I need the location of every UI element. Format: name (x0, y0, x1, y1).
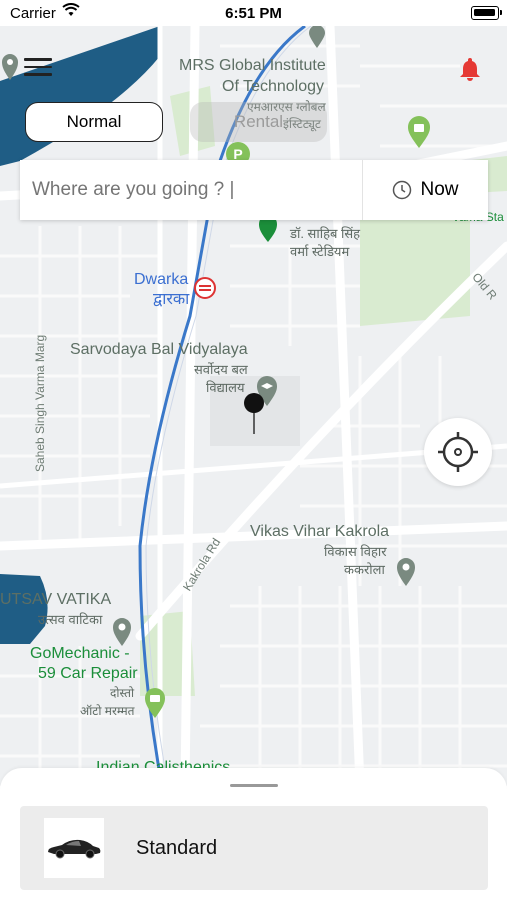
ride-option-label: Standard (136, 836, 218, 859)
map-label: 59 Car Repair (38, 665, 138, 682)
map-label: द्वारका (153, 291, 190, 308)
map-label: Sarvodaya Bal Vidyalaya (70, 341, 248, 358)
map-label: उत्सव वाटिका (38, 612, 103, 627)
map-label: डॉ. साहिब सिंह (290, 226, 361, 241)
metro-station-icon (194, 277, 216, 299)
clock-time: 6:51 PM (225, 5, 282, 22)
rental-mode-button[interactable]: Rental (190, 102, 327, 142)
schedule-now-button[interactable]: Now (362, 160, 488, 220)
schedule-now-label: Now (420, 179, 459, 200)
map-label: ककरोला (344, 562, 385, 577)
status-bar: Carrier 6:51 PM (0, 0, 507, 26)
sheet-drag-handle[interactable] (230, 784, 278, 787)
map-label: सर्वोदय बल (194, 362, 248, 377)
map-label: दोस्तो (110, 686, 135, 700)
map-pin-icon (2, 54, 18, 80)
ride-option-standard[interactable]: Standard (20, 806, 488, 890)
destination-search-input[interactable] (20, 160, 362, 220)
map-label: UTSAV VATIKA (0, 591, 112, 608)
current-location-button[interactable] (424, 418, 492, 486)
map-label: वर्मा स्टेडियम (290, 244, 350, 259)
destination-search-bar: Now (20, 160, 488, 220)
car-repair-pin-icon (145, 688, 165, 718)
map-label: विकास विहार (324, 544, 387, 559)
notification-bell-icon[interactable] (458, 56, 482, 82)
map-label: Saheb Singh Varma Marg (33, 334, 47, 472)
ride-options-sheet: Standard (0, 768, 507, 900)
map-label: Dwarka (134, 271, 189, 288)
pickup-location-pin-icon[interactable] (242, 392, 266, 436)
shopping-pin-icon (408, 116, 430, 148)
map-label: MRS Global Institute (179, 57, 326, 74)
school-pin-icon (309, 26, 325, 48)
map-label: Vikas Vihar Kakrola (250, 523, 390, 540)
map-pin-icon (397, 558, 415, 586)
map-label: विद्यालय (206, 380, 245, 395)
map-label: GoMechanic - (30, 645, 130, 662)
battery-icon (471, 6, 502, 20)
map-label: ऑटो मरम्मत (80, 704, 135, 718)
car-icon (44, 818, 104, 878)
clock-icon (393, 180, 412, 200)
map-label: Of Technology (222, 78, 324, 95)
normal-mode-button[interactable]: Normal (25, 102, 163, 142)
crosshair-icon (438, 432, 478, 472)
hamburger-menu-icon[interactable] (24, 58, 52, 80)
